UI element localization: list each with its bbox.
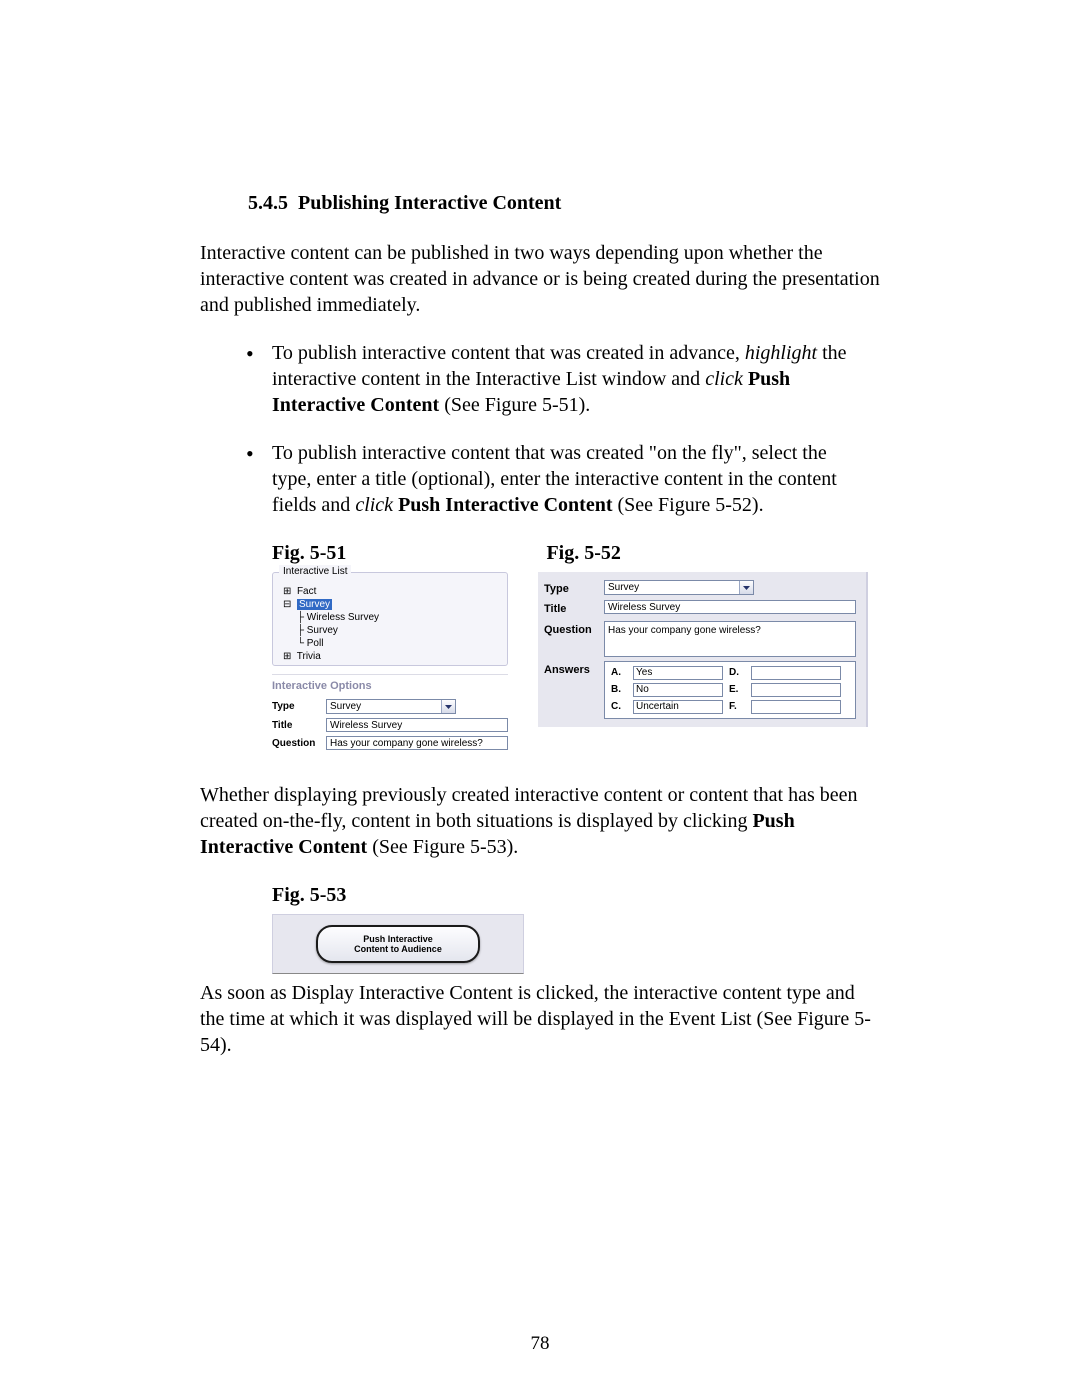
- fig-53-panel: Push Interactive Content to Audience: [272, 914, 524, 974]
- answer-input-a[interactable]: Yes: [633, 666, 723, 680]
- paragraph-3: As soon as Display Interactive Content i…: [200, 980, 880, 1058]
- question-value-52: Has your company gone wireless?: [608, 625, 761, 636]
- figures-51-52: Interactive List ⊞ Fact ⊟ Survey ├ Wirel…: [272, 572, 880, 754]
- title-value-52: Wireless Survey: [608, 601, 680, 614]
- question-label-52: Question: [544, 621, 604, 637]
- answer-input-b[interactable]: No: [633, 683, 723, 697]
- answers-box: A. Yes D. B. No E. C. Uncertain F.: [604, 661, 856, 719]
- title-label-52: Title: [544, 600, 604, 616]
- paragraph-2: Whether displaying previously created in…: [200, 782, 880, 860]
- push-interactive-button[interactable]: Push Interactive Content to Audience: [316, 925, 480, 963]
- fig-53-label: Fig. 5-53: [272, 882, 880, 908]
- fig-51-label: Fig. 5-51: [272, 540, 346, 566]
- type-label-51: Type: [272, 700, 326, 713]
- fig-51-panel: Interactive List ⊞ Fact ⊟ Survey ├ Wirel…: [272, 572, 508, 754]
- title-value-51: Wireless Survey: [330, 719, 402, 732]
- answer-input-d[interactable]: [751, 666, 841, 680]
- fig-53: Fig. 5-53 Push Interactive Content to Au…: [272, 882, 880, 974]
- answer-key-f: F.: [729, 700, 745, 713]
- answer-key-c: C.: [611, 700, 627, 713]
- answer-key-b: B.: [611, 683, 627, 696]
- bullet-1: To publish interactive content that was …: [200, 340, 880, 418]
- document-page: 5.4.5 Publishing Interactive Content Int…: [0, 0, 1080, 1397]
- answer-input-e[interactable]: [751, 683, 841, 697]
- click-word-1: click: [705, 368, 743, 390]
- tree-node-fact[interactable]: ⊞ Fact: [283, 585, 497, 598]
- interactive-list-group: Interactive List ⊞ Fact ⊟ Survey ├ Wirel…: [272, 572, 508, 666]
- answer-key-a: A.: [611, 666, 627, 679]
- answers-label-52: Answers: [544, 661, 604, 677]
- tree-node-wireless[interactable]: ├ Wireless Survey: [283, 611, 497, 624]
- answer-input-c[interactable]: Uncertain: [633, 700, 723, 714]
- push-cmd-2: Push Interactive Content: [393, 494, 612, 516]
- type-value-51: Survey: [330, 700, 361, 713]
- type-row-51: Type Survey: [272, 699, 508, 714]
- tree-node-trivia[interactable]: ⊞ Trivia: [283, 650, 497, 663]
- answer-key-e: E.: [729, 683, 745, 696]
- section-number: 5.4.5: [248, 192, 288, 214]
- bullet-1-post: (See Figure 5-51).: [439, 394, 590, 416]
- question-row-51: Question Has your company gone wireless?: [272, 736, 508, 750]
- title-label-51: Title: [272, 719, 326, 732]
- chevron-down-icon: [739, 581, 753, 594]
- interactive-list-legend: Interactive List: [279, 565, 351, 578]
- section-heading: 5.4.5 Publishing Interactive Content: [200, 190, 880, 216]
- title-row-51: Title Wireless Survey: [272, 718, 508, 732]
- fig-52-panel: Type Survey Title Wireless Survey Questi…: [538, 572, 868, 754]
- chevron-down-icon: [441, 700, 455, 713]
- page-number: 78: [531, 1332, 550, 1357]
- type-select-52[interactable]: Survey: [604, 580, 754, 595]
- para2-post: (See Figure 5-53).: [367, 836, 518, 858]
- tree-node-survey[interactable]: ⊟ Survey: [283, 598, 497, 611]
- type-select-51[interactable]: Survey: [326, 699, 456, 714]
- answer-input-f[interactable]: [751, 700, 841, 714]
- question-input-51[interactable]: Has your company gone wireless?: [326, 736, 508, 750]
- bullet-list: To publish interactive content that was …: [200, 340, 880, 518]
- section-title: Publishing Interactive Content: [298, 192, 561, 214]
- title-input-52[interactable]: Wireless Survey: [604, 600, 856, 614]
- bullet-2: To publish interactive content that was …: [200, 440, 880, 518]
- tree-node-poll[interactable]: └ Poll: [283, 637, 497, 650]
- type-label-52: Type: [544, 580, 604, 596]
- click-word-2: click: [355, 494, 393, 516]
- bullet-1-text: To publish interactive content that was …: [272, 342, 745, 364]
- question-label-51: Question: [272, 737, 326, 750]
- answer-key-d: D.: [729, 666, 745, 679]
- interactive-options-group: Interactive Options Type Survey Title Wi…: [272, 674, 508, 750]
- question-textarea-52[interactable]: Has your company gone wireless?: [604, 621, 856, 657]
- fig-52-label: Fig. 5-52: [546, 540, 620, 566]
- highlight-word: highlight: [745, 342, 817, 364]
- push-button-line1: Push Interactive: [363, 934, 433, 944]
- push-button-line2: Content to Audience: [354, 944, 442, 954]
- bullet-2-post: (See Figure 5-52).: [613, 494, 764, 516]
- type-value-52: Survey: [608, 581, 639, 594]
- figure-labels-row: Fig. 5-51 Fig. 5-52: [272, 540, 880, 566]
- question-value-51: Has your company gone wireless?: [330, 737, 483, 750]
- title-input-51[interactable]: Wireless Survey: [326, 718, 508, 732]
- interactive-tree[interactable]: ⊞ Fact ⊟ Survey ├ Wireless Survey ├ Surv…: [279, 579, 501, 663]
- paragraph-1: Interactive content can be published in …: [200, 240, 880, 318]
- interactive-options-header: Interactive Options: [272, 679, 508, 693]
- tree-node-survey2[interactable]: ├ Survey: [283, 624, 497, 637]
